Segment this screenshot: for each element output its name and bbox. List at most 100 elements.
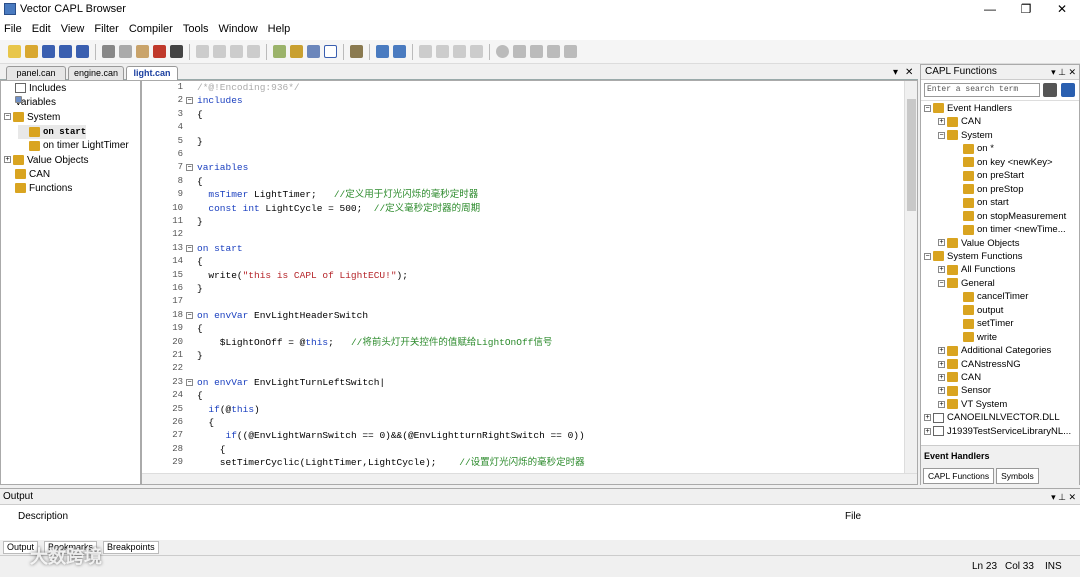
tree-item[interactable]: on timer <newTime... — [952, 223, 1066, 237]
tree-item[interactable]: cancelTimer — [952, 290, 1028, 304]
toggle-view-icon[interactable] — [324, 45, 337, 58]
compile-icon[interactable] — [273, 45, 286, 58]
tools-icon[interactable] — [350, 45, 363, 58]
tab-list-dropdown-icon[interactable]: ▾ — [893, 65, 898, 80]
tree-item[interactable]: on preStart — [952, 169, 1024, 183]
collapse-icon[interactable]: − — [924, 252, 931, 260]
copy-icon[interactable] — [119, 45, 132, 58]
expand-icon[interactable]: + — [924, 414, 931, 422]
code-line[interactable]: includes — [197, 94, 243, 107]
tree-item[interactable]: + Sensor — [938, 384, 991, 398]
search-icon[interactable] — [1043, 83, 1057, 97]
tree-item[interactable]: on preStop — [952, 183, 1023, 197]
code-line[interactable]: { — [197, 443, 226, 456]
code-line[interactable]: write("this is CAPL of LightECU!"); — [197, 269, 408, 282]
menu-tools[interactable]: Tools — [183, 23, 209, 35]
code-line[interactable]: } — [197, 215, 203, 228]
scroll-thumb[interactable] — [907, 99, 916, 211]
step-icon[interactable] — [513, 45, 526, 58]
tree-item[interactable]: on stopMeasurement — [952, 210, 1066, 224]
code-line[interactable]: } — [197, 349, 203, 362]
back-icon[interactable] — [230, 45, 243, 58]
tree-item[interactable]: on timer LightTimer — [18, 139, 129, 153]
tab-engine-can[interactable]: engine.can — [68, 66, 124, 80]
fold-toggle-icon[interactable]: − — [186, 164, 193, 172]
tree-item[interactable]: setTimer — [952, 317, 1014, 331]
save-as-icon[interactable] — [76, 45, 89, 58]
expand-icon[interactable]: + — [938, 118, 945, 126]
tree-item[interactable]: − System — [938, 129, 993, 143]
tree-item[interactable]: output — [952, 304, 1003, 318]
find-icon[interactable] — [170, 45, 183, 58]
undo-icon[interactable] — [196, 45, 209, 58]
editor-horizontal-scrollbar[interactable] — [142, 473, 917, 484]
run-icon[interactable] — [564, 45, 577, 58]
layout-icon[interactable] — [307, 45, 320, 58]
tree-item[interactable]: + Value Objects — [938, 237, 1019, 251]
tree-item[interactable]: Variables — [4, 96, 56, 110]
grid-icon[interactable] — [393, 45, 406, 58]
outdent-icon[interactable] — [436, 45, 449, 58]
breakpoint-icon[interactable] — [496, 45, 509, 58]
code-line[interactable]: variables — [197, 161, 248, 174]
tree-item[interactable]: on * — [952, 142, 994, 156]
collapse-icon[interactable]: − — [938, 279, 945, 287]
expand-icon[interactable]: + — [938, 360, 945, 368]
tab-close-icon[interactable]: ✕ — [905, 65, 913, 80]
expand-icon[interactable]: + — [938, 373, 945, 381]
fold-toggle-icon[interactable]: − — [186, 244, 193, 252]
expand-icon[interactable]: + — [938, 387, 945, 395]
step-into-icon[interactable] — [530, 45, 543, 58]
tree-item[interactable]: + CAN — [938, 115, 981, 129]
code-line[interactable]: const int LightCycle = 500; //定义毫秒定时器的周期 — [197, 202, 480, 215]
binoculars-icon[interactable] — [1061, 83, 1075, 97]
code-line[interactable]: $LightOnOff = @this; //将前头灯开关控件的值赋给Light… — [197, 336, 553, 349]
code-line[interactable]: on envVar EnvLightTurnLeftSwitch| — [197, 376, 385, 389]
tree-item[interactable]: + Value Objects — [4, 154, 89, 168]
tree-item[interactable]: + Additional Categories — [938, 344, 1051, 358]
tree-item[interactable]: − System — [4, 111, 60, 125]
expand-icon[interactable]: + — [924, 427, 931, 435]
new-file-icon[interactable] — [8, 45, 21, 58]
tree-item[interactable]: write — [952, 331, 997, 345]
step-out-icon[interactable] — [547, 45, 560, 58]
tree-item[interactable]: Includes — [4, 82, 66, 96]
indent-icon[interactable] — [419, 45, 432, 58]
collapse-icon[interactable]: − — [4, 113, 11, 121]
tree-item[interactable]: + CANstressNG — [938, 358, 1021, 372]
code-line[interactable]: on envVar EnvLightHeaderSwitch — [197, 309, 368, 322]
code-area[interactable]: /*@!Encoding:936*/includes{} variables{ m… — [197, 81, 905, 474]
open-folder-icon[interactable] — [25, 45, 38, 58]
forward-icon[interactable] — [247, 45, 260, 58]
tree-item[interactable]: Functions — [4, 182, 72, 196]
redo-icon[interactable] — [213, 45, 226, 58]
tree-item[interactable]: − Event Handlers — [924, 102, 1012, 116]
fold-toggle-icon[interactable]: − — [186, 378, 193, 386]
code-editor[interactable]: 1 2−3 4 5 6 7−8 9 10 11 12 13−14 15 16 17 18−19 20 21 22 2… — [141, 80, 918, 485]
code-line[interactable]: msTimer LightTimer; //定义用于灯光闪烁的毫秒定时器 — [197, 188, 478, 201]
tab-capl-functions[interactable]: CAPL Functions — [923, 468, 995, 484]
expand-icon[interactable]: + — [938, 266, 945, 274]
code-line[interactable]: setTimerCyclic(LightTimer,LightCycle); /… — [197, 456, 585, 469]
menu-file[interactable]: File — [4, 23, 22, 35]
collapse-icon[interactable]: − — [938, 131, 945, 139]
code-line[interactable]: on start — [197, 242, 243, 255]
editor-vertical-scrollbar[interactable] — [904, 81, 917, 474]
code-line[interactable]: { — [197, 322, 203, 335]
tree-item[interactable]: on start — [952, 196, 1009, 210]
paste-icon[interactable] — [136, 45, 149, 58]
code-line[interactable]: if(@this) — [197, 403, 259, 416]
tab-breakpoints[interactable]: Breakpoints — [103, 541, 159, 554]
tab-light-can[interactable]: light.can — [126, 66, 178, 81]
menu-compiler[interactable]: Compiler — [129, 23, 173, 35]
expand-icon[interactable]: + — [938, 239, 945, 247]
tree-item[interactable]: + All Functions — [938, 263, 1015, 277]
save-icon[interactable] — [42, 45, 55, 58]
tree-item[interactable]: + CAN — [938, 371, 981, 385]
tab-panel-can[interactable]: panel.can — [6, 66, 66, 80]
tree-item[interactable]: on start — [18, 124, 87, 139]
expand-icon[interactable]: + — [938, 347, 945, 355]
network-icon[interactable] — [376, 45, 389, 58]
close-button[interactable]: ✕ — [1044, 0, 1080, 18]
delete-icon[interactable] — [153, 45, 166, 58]
